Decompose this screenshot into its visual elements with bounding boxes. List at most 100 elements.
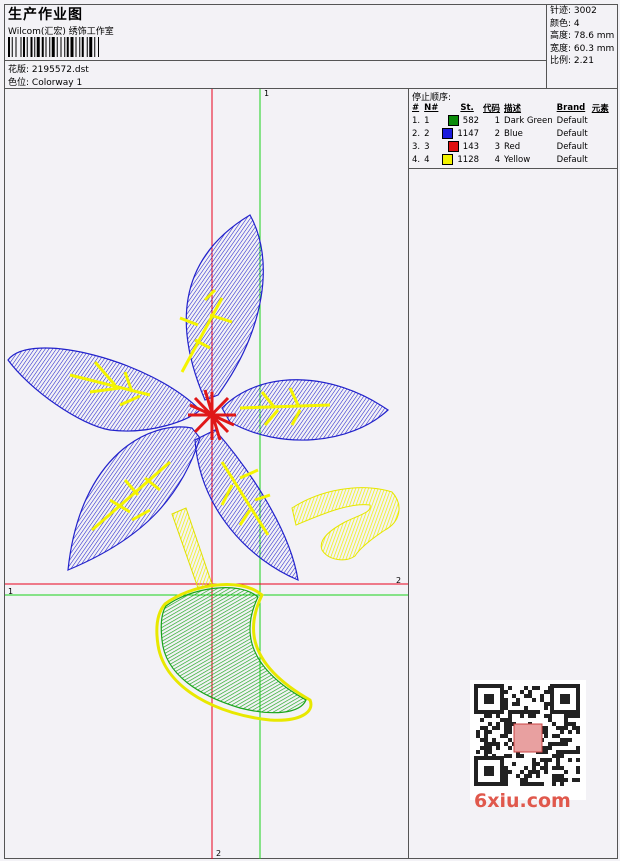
qr-module xyxy=(524,710,528,714)
qr-module xyxy=(544,690,548,694)
qr-module xyxy=(544,746,548,750)
barcode-bar xyxy=(36,37,40,57)
col-index: # xyxy=(412,102,420,113)
qr-module xyxy=(576,726,580,730)
qr-module xyxy=(476,730,480,734)
qr-module xyxy=(556,726,560,730)
qr-module xyxy=(508,770,512,774)
qr-module xyxy=(532,714,536,718)
qr-module xyxy=(560,774,564,778)
qr-module xyxy=(544,726,548,730)
row-stitches: 1128 xyxy=(440,153,481,166)
qr-module xyxy=(508,714,512,718)
qr-module xyxy=(528,690,532,694)
qr-module xyxy=(528,770,532,774)
qr-module xyxy=(560,782,564,786)
qr-module xyxy=(544,702,548,706)
qr-module xyxy=(572,750,576,754)
row-element xyxy=(590,153,611,166)
col-element: 元素 xyxy=(591,103,609,114)
qr-module xyxy=(524,686,528,690)
stitch-count: 针迹: 3002 xyxy=(550,6,597,16)
qr-module xyxy=(528,710,532,714)
qr-module xyxy=(544,730,548,734)
stitch-value: 1128 xyxy=(457,155,480,165)
barcode-bar xyxy=(30,37,33,57)
qr-module xyxy=(484,742,488,746)
qr-module xyxy=(536,782,540,786)
qr-module xyxy=(560,742,564,746)
color-count: 颜色: 4 xyxy=(550,18,580,29)
row-brand: Default xyxy=(556,128,588,139)
watermark-text: 6xiu.com xyxy=(474,790,571,812)
qr-module xyxy=(576,778,580,782)
barcode-bar xyxy=(98,37,99,57)
row-element xyxy=(590,127,611,140)
qr-module xyxy=(540,698,544,702)
guide-mark-right: 2 xyxy=(396,576,402,585)
qr-module xyxy=(524,778,528,782)
barcode-bar xyxy=(70,37,74,57)
barcode-bar xyxy=(75,37,77,57)
qr-module xyxy=(552,766,556,770)
qr-module xyxy=(556,778,560,782)
qr-module xyxy=(504,726,508,730)
qr-module xyxy=(508,726,512,730)
barcode-bar xyxy=(49,37,51,57)
qr-module xyxy=(528,694,532,698)
qr-module xyxy=(476,750,480,754)
qr-module xyxy=(540,694,544,698)
qr-module xyxy=(556,766,560,770)
colorway-line: 色位: Colorway 1 xyxy=(8,75,82,88)
qr-module xyxy=(532,758,536,762)
qr-module xyxy=(496,726,500,730)
qr-module xyxy=(568,730,572,734)
barcode-bar xyxy=(8,37,10,57)
studio-name: Wilcom(汇宏) 绣饰工作室 xyxy=(8,27,114,37)
qr-module xyxy=(568,758,572,762)
qr-module xyxy=(532,762,536,766)
qr-module xyxy=(576,730,580,734)
page-title: 生产作业图 xyxy=(8,7,83,23)
qr-module xyxy=(556,774,560,778)
qr-module xyxy=(504,698,508,702)
qr-module xyxy=(572,726,576,730)
row-index: 3. xyxy=(412,141,421,152)
qr-module xyxy=(536,762,540,766)
qr-module xyxy=(532,698,536,702)
qr-module xyxy=(520,690,524,694)
sequence-row: 4. 4 1128 4 Yellow Default xyxy=(410,153,611,166)
qr-module xyxy=(504,766,508,770)
qr-module xyxy=(500,734,504,738)
qr-module xyxy=(508,754,512,758)
qr-module xyxy=(564,714,568,718)
col-description: 描述 xyxy=(504,103,522,114)
qr-module xyxy=(552,782,556,786)
qr-module xyxy=(504,722,508,726)
qr-module xyxy=(520,778,524,782)
row-code: 2 xyxy=(494,128,501,139)
qr-module xyxy=(560,726,564,730)
design-height: 高度: 78.6 mm xyxy=(550,31,615,42)
qr-module xyxy=(504,774,508,778)
qr-module xyxy=(488,742,492,746)
row-needle: 4 xyxy=(424,154,430,165)
qr-module xyxy=(540,758,544,762)
qr-module xyxy=(544,706,548,710)
qr-module xyxy=(572,714,576,718)
panel-divider xyxy=(408,88,409,859)
barcode-bar xyxy=(56,37,58,57)
qr-module xyxy=(484,714,488,718)
qr-module xyxy=(560,778,564,782)
qr-module xyxy=(512,710,516,714)
row-index: 2. xyxy=(412,128,421,139)
qr-module xyxy=(528,774,532,778)
qr-module xyxy=(532,710,536,714)
qr-module xyxy=(492,726,496,730)
col-code: 代码 xyxy=(483,103,501,114)
header-divider xyxy=(4,88,618,89)
qr-module xyxy=(560,730,564,734)
qr-module xyxy=(488,730,492,734)
qr-module xyxy=(548,758,552,762)
qr-module xyxy=(504,778,508,782)
